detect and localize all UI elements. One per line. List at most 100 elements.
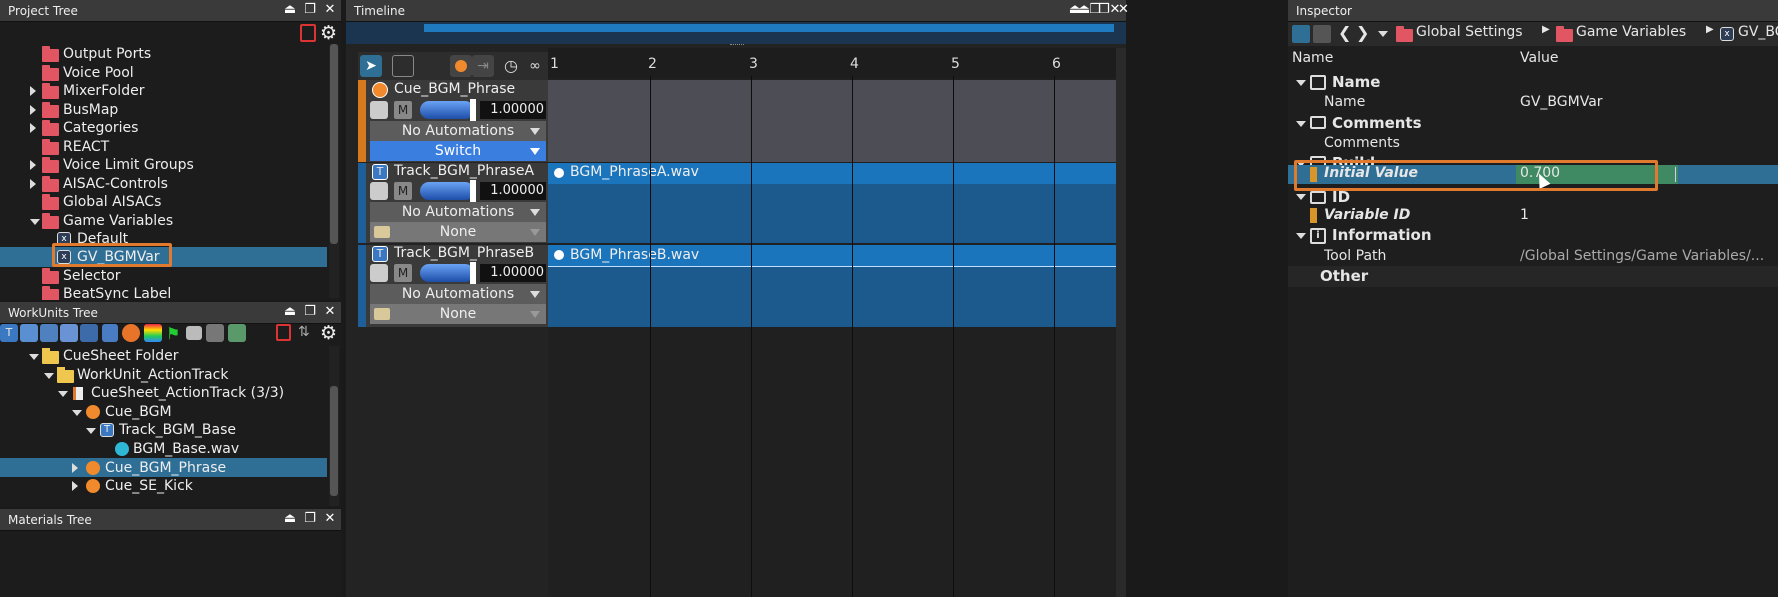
clapper-icon[interactable] bbox=[206, 324, 224, 342]
timeline-vscroll[interactable] bbox=[1116, 48, 1126, 597]
mute-button[interactable]: M bbox=[394, 101, 412, 119]
section-name[interactable]: Name bbox=[1288, 72, 1778, 93]
scroll-thumb[interactable] bbox=[330, 44, 338, 244]
gear-icon[interactable]: ⚙ bbox=[320, 22, 337, 44]
delete-icon[interactable] bbox=[300, 24, 316, 42]
range-tool-icon[interactable] bbox=[392, 55, 414, 77]
sequence-icon[interactable] bbox=[40, 324, 58, 342]
close-icon[interactable]: ✕ bbox=[323, 511, 337, 527]
back-icon[interactable]: ❮ bbox=[1338, 23, 1351, 42]
switch-dropdown[interactable]: Switch bbox=[370, 141, 546, 161]
forward-icon[interactable]: ❯ bbox=[1356, 23, 1369, 42]
volume-knob[interactable] bbox=[470, 262, 476, 284]
maximize-icon[interactable]: ❐ bbox=[1098, 2, 1112, 18]
mute-button[interactable]: M bbox=[394, 264, 412, 282]
close-icon[interactable]: ✕ bbox=[1118, 2, 1132, 18]
volume-value[interactable]: 1.00000 bbox=[480, 101, 546, 119]
delete-icon[interactable] bbox=[276, 324, 291, 341]
mode-dropdown[interactable]: None bbox=[370, 222, 546, 242]
volume-knob[interactable] bbox=[470, 180, 476, 202]
breadcrumb-gv-bgmvar[interactable]: GV_BGI bbox=[1738, 24, 1778, 40]
playback-icon[interactable]: ⇥ bbox=[472, 55, 494, 77]
section-other[interactable]: Other bbox=[1288, 266, 1778, 287]
collapse-arrow-icon[interactable] bbox=[58, 391, 68, 397]
track-header-phrase-b[interactable]: T Track_BGM_PhraseB M 1.00000 No Automat… bbox=[358, 245, 548, 327]
column-header-value[interactable]: Value bbox=[1520, 50, 1558, 66]
link-icon[interactable]: ∞ bbox=[524, 55, 546, 77]
collapse-arrow-icon[interactable] bbox=[30, 219, 40, 225]
automation-dropdown[interactable]: No Automations bbox=[370, 202, 546, 222]
scroll-thumb[interactable] bbox=[330, 386, 338, 496]
chevron-down-icon[interactable] bbox=[1378, 31, 1388, 37]
automation-dropdown[interactable]: No Automations bbox=[370, 284, 546, 304]
close-icon[interactable]: ✕ bbox=[323, 304, 337, 320]
property-row-initial-value[interactable]: Initial Value 0.700 bbox=[1288, 165, 1778, 189]
expand-arrow-icon[interactable] bbox=[30, 86, 36, 96]
expand-arrow-icon[interactable] bbox=[72, 463, 78, 473]
volume-slider[interactable] bbox=[420, 264, 474, 282]
property-value[interactable]: GV_BGMVar bbox=[1520, 92, 1603, 113]
overview-range[interactable] bbox=[424, 24, 1114, 32]
collapse-arrow-icon[interactable] bbox=[72, 410, 82, 416]
property-value[interactable]: 1 bbox=[1520, 205, 1529, 226]
breadcrumb-global-settings[interactable]: Global Settings bbox=[1416, 24, 1523, 40]
select-tool-icon[interactable]: ➤ bbox=[360, 55, 382, 77]
pin-icon[interactable]: ⏏ bbox=[283, 511, 297, 527]
time-ruler[interactable] bbox=[548, 48, 1116, 78]
volume-value[interactable]: 1.00000 bbox=[480, 182, 546, 200]
breadcrumb-game-variables[interactable]: Game Variables bbox=[1576, 24, 1686, 40]
maximize-icon[interactable]: ❐ bbox=[303, 511, 317, 527]
project-tree-scrollbar[interactable] bbox=[329, 44, 339, 298]
track-icon[interactable]: T bbox=[0, 324, 18, 342]
record-icon[interactable] bbox=[450, 55, 472, 77]
clock-icon[interactable]: ◷ bbox=[500, 55, 522, 77]
section-id[interactable]: ID bbox=[1288, 186, 1778, 207]
property-row-comments[interactable]: Comments bbox=[1288, 133, 1778, 154]
collapse-arrow-icon[interactable] bbox=[1296, 233, 1306, 239]
property-value[interactable]: /Global Settings/Game Variables/... bbox=[1520, 246, 1764, 267]
mute-button[interactable]: M bbox=[394, 182, 412, 200]
aisac-icon[interactable] bbox=[122, 324, 140, 342]
expand-arrow-icon[interactable] bbox=[72, 481, 78, 491]
block-icon[interactable] bbox=[80, 324, 98, 342]
mode-dropdown[interactable]: None bbox=[370, 304, 546, 324]
collapse-arrow-icon[interactable] bbox=[86, 428, 96, 434]
automation-dropdown[interactable]: No Automations bbox=[370, 121, 546, 141]
curve-icon[interactable] bbox=[370, 101, 388, 119]
property-row-tool-path[interactable]: Tool Path/Global Settings/Game Variables… bbox=[1288, 246, 1778, 267]
volume-value[interactable]: 1.00000 bbox=[480, 264, 546, 282]
waveform-icon[interactable] bbox=[20, 324, 38, 342]
workunits-scrollbar[interactable] bbox=[329, 346, 339, 506]
collapse-arrow-icon[interactable] bbox=[1296, 121, 1306, 127]
maximize-icon[interactable]: ❐ bbox=[303, 2, 317, 18]
curve-icon[interactable] bbox=[370, 264, 388, 282]
pattern-icon[interactable] bbox=[60, 324, 78, 342]
track-header-cue[interactable]: Cue_BGM_Phrase M 1.00000 No Automations … bbox=[358, 80, 548, 162]
gear-icon[interactable]: ⚙ bbox=[320, 322, 337, 344]
lane-cue[interactable] bbox=[548, 80, 1116, 162]
expand-arrow-icon[interactable] bbox=[30, 179, 36, 189]
column-header-name[interactable]: Name bbox=[1292, 50, 1333, 66]
split-view-icon[interactable] bbox=[1313, 25, 1331, 43]
expand-arrow-icon[interactable] bbox=[30, 160, 36, 170]
flag-icon[interactable]: ⚑ bbox=[166, 324, 182, 343]
volume-slider[interactable] bbox=[420, 101, 474, 119]
collapse-arrow-icon[interactable] bbox=[1296, 80, 1306, 86]
close-icon[interactable]: ✕ bbox=[323, 2, 337, 18]
collapse-arrow-icon[interactable] bbox=[44, 373, 54, 379]
film-icon[interactable] bbox=[228, 324, 246, 342]
pin-icon[interactable]: ⏏ bbox=[283, 2, 297, 18]
pin-icon[interactable]: ⏏ bbox=[1078, 2, 1092, 18]
expand-arrow-icon[interactable] bbox=[30, 123, 36, 133]
color-bars-icon[interactable] bbox=[144, 324, 162, 342]
expand-arrow-icon[interactable] bbox=[30, 105, 36, 115]
volume-knob[interactable] bbox=[470, 99, 476, 121]
clip-phrase-a[interactable]: BGM_PhraseA.wav bbox=[548, 163, 1116, 184]
section-information[interactable]: i Information bbox=[1288, 225, 1778, 246]
property-row-name[interactable]: Name GV_BGMVar bbox=[1288, 92, 1778, 113]
sort-icon[interactable]: ⇅ bbox=[298, 324, 310, 340]
marker-icon[interactable] bbox=[186, 326, 202, 340]
maximize-icon[interactable]: ❐ bbox=[303, 304, 317, 320]
speaker-icon[interactable] bbox=[102, 324, 118, 342]
section-comments[interactable]: Comments bbox=[1288, 113, 1778, 134]
